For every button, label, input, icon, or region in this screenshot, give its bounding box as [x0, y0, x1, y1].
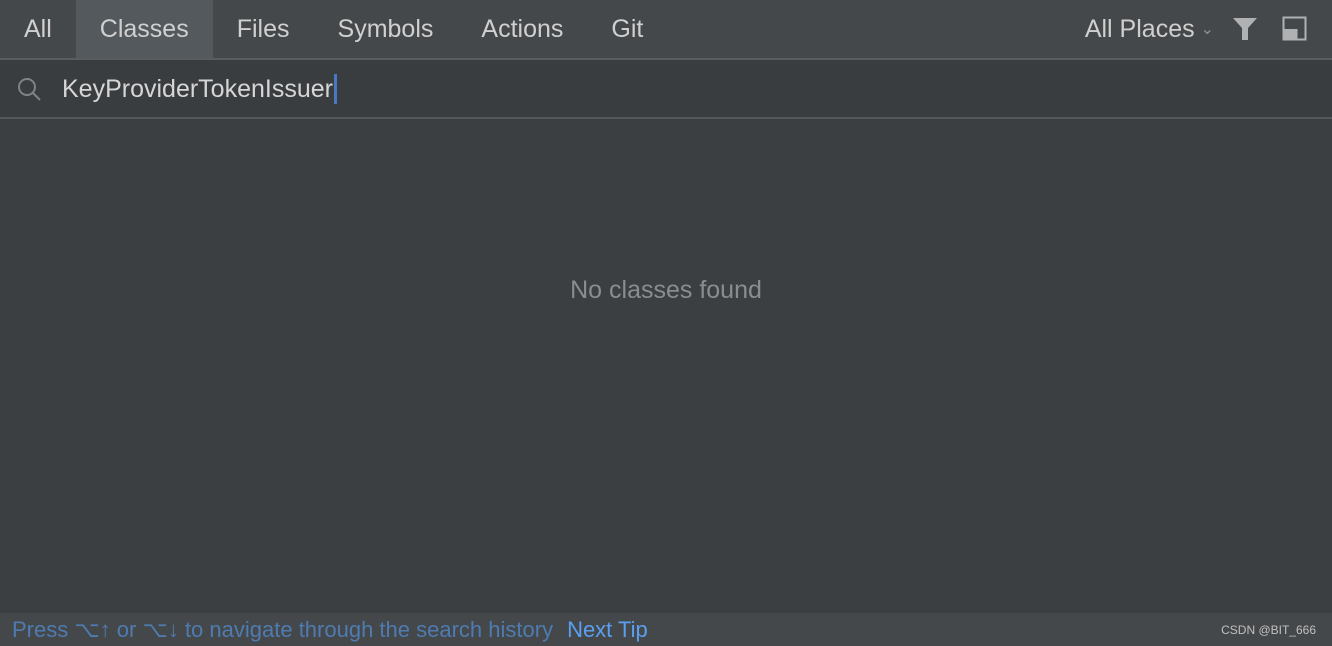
search-field[interactable]: KeyProviderTokenIssuer: [0, 60, 1332, 119]
search-icon: [16, 76, 42, 102]
tab-symbols[interactable]: Symbols: [314, 0, 458, 58]
next-tip-link[interactable]: Next Tip: [567, 617, 648, 643]
watermark: CSDN @BIT_666: [1221, 622, 1316, 637]
search-input[interactable]: KeyProviderTokenIssuer: [62, 73, 337, 104]
tab-bar: All Classes Files Symbols Actions Git Al…: [0, 0, 1332, 60]
empty-results-message: No classes found: [570, 276, 762, 304]
tab-classes[interactable]: Classes: [75, 0, 213, 58]
scope-dropdown[interactable]: All Places: [1085, 15, 1195, 44]
filter-icon[interactable]: [1232, 16, 1258, 42]
tab-actions[interactable]: Actions: [457, 0, 587, 58]
tab-all[interactable]: All: [0, 0, 76, 58]
search-history-hint: Press ⌥↑ or ⌥↓ to navigate through the s…: [12, 616, 554, 642]
preview-panel-icon[interactable]: [1282, 16, 1308, 42]
tab-git[interactable]: Git: [587, 0, 667, 58]
tab-files[interactable]: Files: [213, 0, 314, 58]
footer: Press ⌥↑ or ⌥↓ to navigate through the s…: [0, 613, 1332, 646]
chevron-down-icon[interactable]: ⌄: [1201, 19, 1214, 39]
